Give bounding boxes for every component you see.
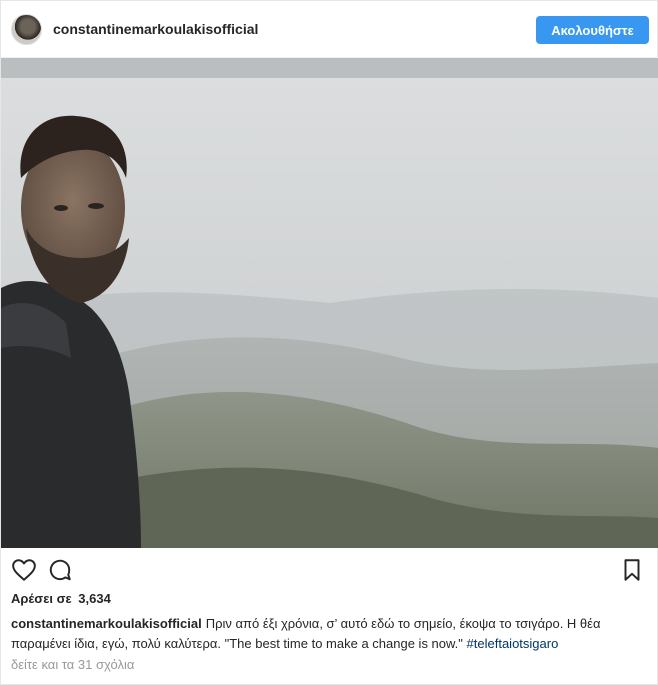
username[interactable]: constantinemarkoulakisofficial	[53, 21, 258, 37]
post-photo[interactable]	[1, 58, 658, 548]
bookmark-icon[interactable]	[619, 557, 645, 583]
likes-count[interactable]: Αρέσει σε 3,634	[11, 591, 111, 606]
view-all-comments-link[interactable]: δείτε και τα 31 σχόλια	[11, 657, 134, 672]
heart-icon[interactable]	[11, 557, 37, 583]
post-caption: constantinemarkoulakisofficial Πριν από έ…	[11, 614, 649, 654]
post-header: constantinemarkoulakisofficial Ακολουθήσ…	[1, 1, 658, 58]
follow-button[interactable]: Ακολουθήστε	[536, 16, 649, 44]
avatar[interactable]	[11, 14, 42, 45]
landscape-portrait-image	[1, 58, 658, 548]
caption-hashtag[interactable]: #teleftaiotsigaro	[467, 636, 559, 651]
caption-username[interactable]: constantinemarkoulakisofficial	[11, 616, 202, 631]
likes-number: 3,634	[78, 591, 111, 606]
instagram-post: constantinemarkoulakisofficial Ακολουθήσ…	[0, 0, 658, 685]
action-bar	[1, 549, 658, 589]
comment-icon[interactable]	[47, 557, 73, 583]
likes-label: Αρέσει σε	[11, 591, 72, 606]
